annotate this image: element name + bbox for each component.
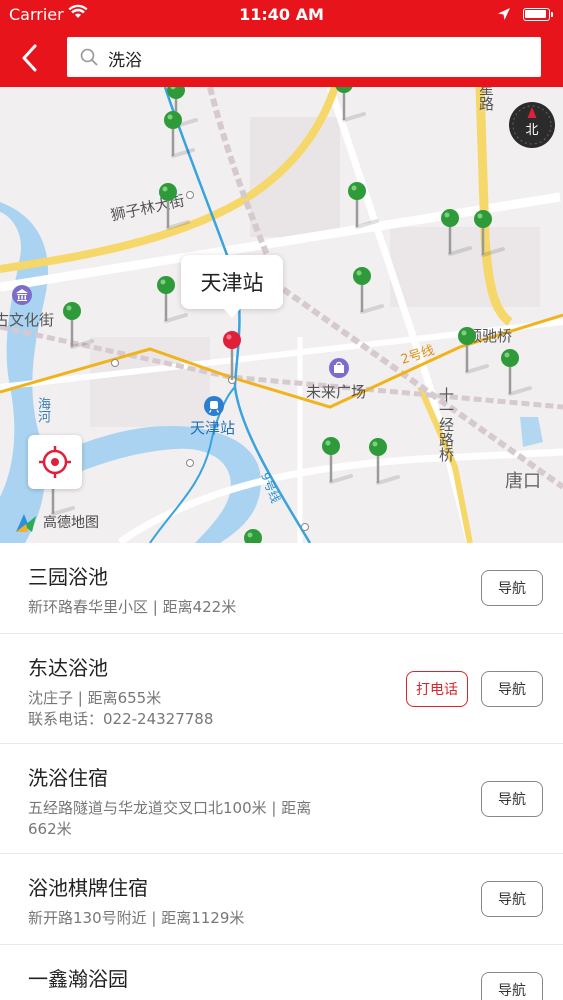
- call-button[interactable]: 打电话: [406, 671, 468, 707]
- map-provider-name: 高德地图: [43, 515, 99, 531]
- navigate-button[interactable]: 导航: [481, 671, 543, 707]
- result-pin-icon[interactable]: [500, 348, 540, 400]
- status-bar: Carrier 11:40 AM: [0, 0, 563, 30]
- compass-icon: 北: [509, 102, 555, 148]
- label-jingluqiao: 十一经路桥: [437, 387, 455, 462]
- museum-poi-icon: [12, 285, 32, 305]
- result-pin-icon[interactable]: [163, 110, 203, 162]
- crosshair-icon: [39, 446, 71, 478]
- result-pin-icon[interactable]: [347, 181, 387, 233]
- list-item[interactable]: 三园浴池 新环路春华里小区 | 距离422米 导航: [0, 543, 563, 634]
- result-list[interactable]: 三园浴池 新环路春华里小区 | 距离422米 导航 东达浴池 沈庄子 | 距离6…: [0, 543, 563, 1000]
- map-provider-logo: 高德地图: [14, 512, 114, 534]
- navigate-button[interactable]: 导航: [481, 781, 543, 817]
- shopping-poi-icon: [329, 358, 349, 378]
- result-pin-icon[interactable]: [158, 182, 198, 234]
- map-view[interactable]: 狮子林大街 古文化街 天津站 未来广场 顺驰桥 2号线 9号线 海河 十一经路桥…: [0, 87, 563, 543]
- place-name: 洗浴住宿: [28, 766, 108, 790]
- search-input[interactable]: 洗浴: [67, 37, 541, 77]
- amap-logo-icon: [16, 514, 36, 532]
- result-pin-icon[interactable]: [368, 437, 408, 489]
- compass-button[interactable]: 北: [508, 101, 556, 149]
- list-item[interactable]: 一鑫瀚浴园 导航: [0, 945, 563, 1000]
- back-button[interactable]: [12, 38, 46, 78]
- navigate-button[interactable]: 导航: [481, 881, 543, 917]
- result-pin-icon[interactable]: [352, 266, 392, 318]
- chevron-left-icon: [22, 44, 37, 72]
- battery-icon: [523, 8, 553, 21]
- search-icon: [80, 48, 98, 70]
- result-pin-icon[interactable]: [321, 436, 361, 488]
- top-bar: Carrier 11:40 AM 洗浴: [0, 0, 563, 87]
- place-name: 东达浴池: [28, 656, 108, 680]
- svg-text:北: 北: [525, 123, 538, 138]
- place-name: 三园浴池: [28, 565, 108, 589]
- label-haihe: 海河: [35, 397, 50, 423]
- place-name: 一鑫瀚浴园: [28, 967, 128, 991]
- label-tangkou: 唐口: [505, 471, 541, 492]
- result-pin-icon[interactable]: [243, 528, 283, 543]
- place-detail: 五经路隧道与华龙道交叉口北100米 | 距离: [28, 799, 312, 817]
- place-phone: 联系电话：022-24327788: [28, 710, 214, 728]
- search-query: 洗浴: [108, 51, 142, 71]
- navigate-button[interactable]: 导航: [481, 972, 543, 1000]
- navigate-button[interactable]: 导航: [481, 570, 543, 606]
- place-detail: 新开路130号附近 | 距离1129米: [28, 909, 245, 927]
- list-item[interactable]: 浴池棋牌住宿 新开路130号附近 | 距离1129米 导航: [0, 854, 563, 945]
- result-pin-icon[interactable]: [334, 87, 374, 126]
- label-tianjin-station: 天津站: [190, 419, 236, 437]
- label-road-top: 星路: [477, 87, 495, 111]
- label-weilai-plaza: 未来广场: [306, 383, 367, 401]
- station-callout[interactable]: 天津站: [181, 255, 283, 318]
- label-ancient-culture-street: 古文化街: [0, 311, 55, 329]
- result-pin-icon[interactable]: [457, 326, 497, 378]
- metro-station-icon: [204, 396, 224, 416]
- place-detail: 沈庄子 | 距离655米: [28, 689, 162, 707]
- place-detail: 新环路春华里小区 | 距离422米: [28, 598, 237, 616]
- place-name: 浴池棋牌住宿: [28, 876, 148, 900]
- list-item[interactable]: 洗浴住宿 五经路隧道与华龙道交叉口北100米 | 距离 662米 导航: [0, 744, 563, 854]
- result-pin-icon[interactable]: [473, 209, 513, 261]
- locate-me-button[interactable]: [28, 435, 82, 489]
- selected-location-pin-icon[interactable]: [222, 330, 242, 382]
- list-item[interactable]: 东达浴池 沈庄子 | 距离655米 联系电话：022-24327788 打电话 …: [0, 634, 563, 744]
- result-pin-icon[interactable]: [62, 301, 102, 353]
- clock: 11:40 AM: [239, 5, 324, 24]
- place-detail-continued: 662米: [28, 820, 72, 838]
- location-arrow-icon: [497, 6, 511, 25]
